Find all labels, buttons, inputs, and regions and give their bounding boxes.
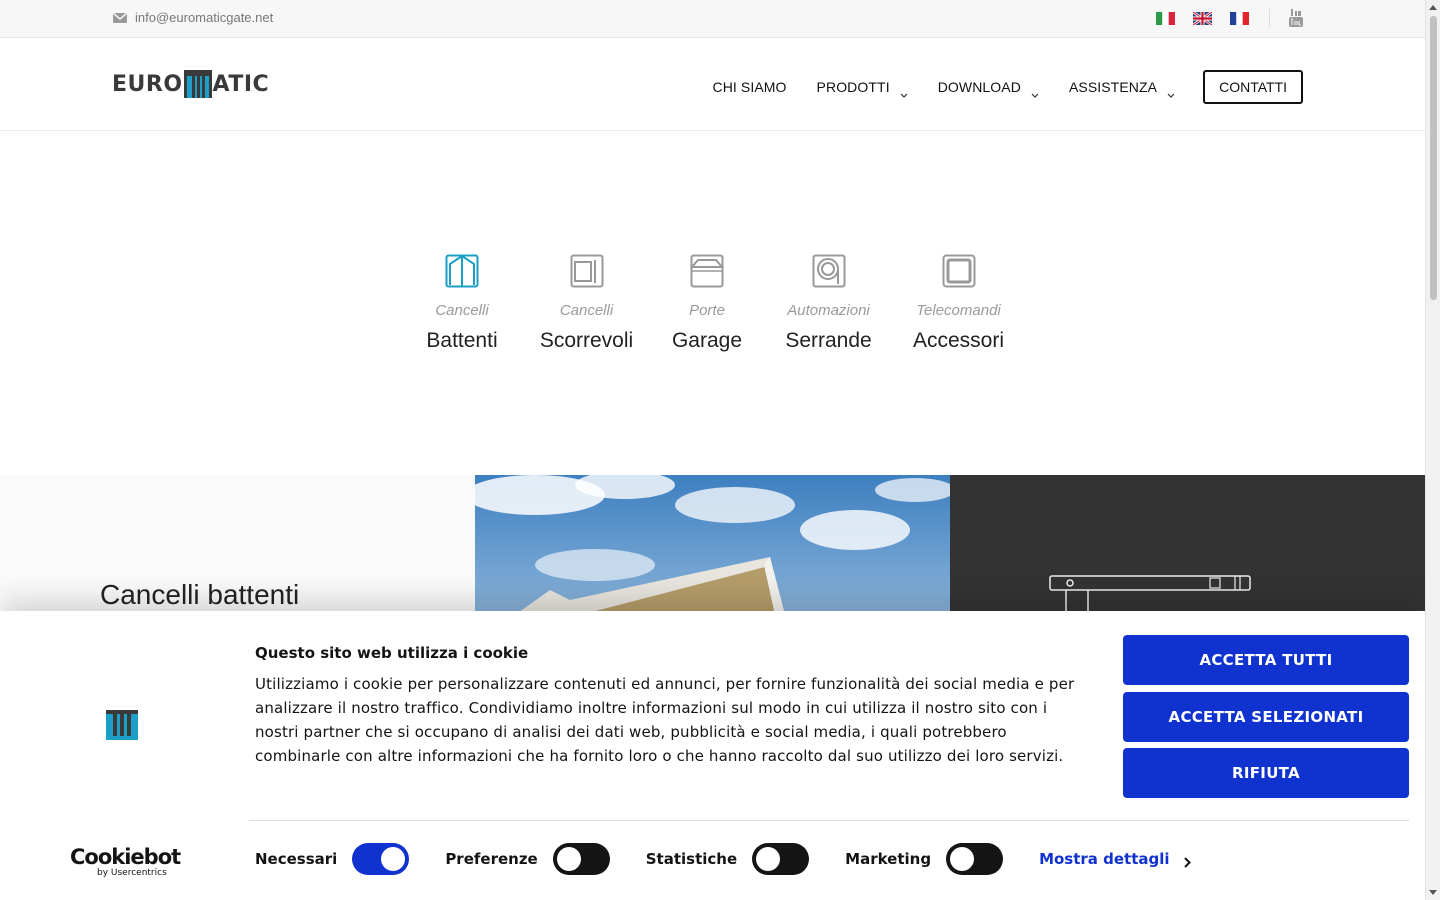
email-text: info@euromaticgate.net bbox=[135, 10, 274, 25]
chevron-down-icon bbox=[1167, 85, 1175, 98]
logo-text-left: EURO bbox=[112, 71, 183, 97]
show-details-link[interactable]: Mostra dettagli bbox=[1039, 850, 1191, 868]
nav-label: CHI SIAMO bbox=[712, 79, 787, 95]
main-nav: CHI SIAMO PRODOTTI DOWNLOAD ASSISTENZA C… bbox=[683, 70, 1303, 104]
scroll-up-arrow-icon[interactable] bbox=[1429, 5, 1437, 10]
remote-control-icon bbox=[942, 254, 976, 288]
category-battenti[interactable]: Cancelli Battenti bbox=[400, 254, 525, 353]
scroll-thumb[interactable] bbox=[1430, 16, 1437, 300]
nav-prodotti[interactable]: PRODOTTI bbox=[816, 79, 908, 98]
toggle-label: Necessari bbox=[255, 850, 338, 868]
category-subtitle: Cancelli bbox=[559, 302, 614, 319]
toggle-statistiche: Statistiche bbox=[645, 843, 810, 875]
toggle-label: Preferenze bbox=[445, 850, 538, 868]
flag-italy-icon[interactable] bbox=[1156, 11, 1175, 25]
product-categories: Cancelli Battenti Cancelli Scorrevoli Po… bbox=[0, 254, 1425, 353]
reject-button[interactable]: RIFIUTA bbox=[1123, 748, 1409, 798]
top-separator bbox=[1269, 9, 1270, 27]
category-title: Serrande bbox=[785, 329, 872, 352]
nav-label: DOWNLOAD bbox=[937, 79, 1021, 95]
cookie-divider bbox=[249, 820, 1409, 821]
site-header: EURO ATIC CHI SIAMO PRODOTTI DOWNLOAD AS… bbox=[0, 38, 1425, 131]
category-serrande[interactable]: Automazioni Serrande bbox=[766, 254, 892, 353]
mail-icon bbox=[113, 12, 127, 23]
roller-shutter-icon bbox=[812, 254, 846, 288]
nav-download[interactable]: DOWNLOAD bbox=[937, 79, 1039, 98]
flag-france-icon[interactable] bbox=[1230, 11, 1249, 25]
scroll-down-arrow-icon[interactable] bbox=[1429, 890, 1437, 895]
garage-door-icon bbox=[689, 254, 725, 288]
feature-row: Cancelli battenti bbox=[0, 475, 1425, 615]
category-title: Scorrevoli bbox=[539, 329, 634, 352]
category-garage[interactable]: Porte Garage bbox=[649, 254, 766, 353]
accept-all-button[interactable]: ACCETTA TUTTI bbox=[1123, 635, 1409, 685]
nav-label: PRODOTTI bbox=[816, 79, 890, 95]
cookiebot-by: by Usercentrics bbox=[97, 868, 167, 878]
category-subtitle: Porte bbox=[689, 302, 725, 319]
cookie-heading: Questo sito web utilizza i cookie bbox=[255, 644, 529, 662]
logo-m-icon bbox=[183, 70, 212, 98]
contatti-button[interactable]: CONTATTI bbox=[1203, 70, 1303, 104]
category-subtitle: Telecomandi bbox=[916, 302, 1001, 319]
gate-actuator-icon bbox=[1049, 575, 1251, 615]
toggle-preferenze: Preferenze bbox=[445, 843, 610, 875]
feature-photo bbox=[475, 475, 950, 615]
sliding-gate-icon bbox=[570, 254, 604, 288]
feature-text-panel: Cancelli battenti bbox=[0, 475, 475, 615]
consent-toggles: Necessari Preferenze Statistiche Marketi… bbox=[255, 843, 1191, 875]
cookie-body: Utilizziamo i cookie per personalizzare … bbox=[255, 675, 1075, 765]
flag-uk-icon[interactable] bbox=[1193, 11, 1212, 25]
preferenze-switch[interactable] bbox=[552, 843, 610, 875]
accept-selected-button[interactable]: ACCETTA SELEZIONATI bbox=[1123, 692, 1409, 742]
category-title: Battenti bbox=[426, 329, 498, 352]
nav-assistenza[interactable]: ASSISTENZA bbox=[1068, 79, 1175, 98]
euromatic-logo[interactable]: EURO ATIC bbox=[112, 69, 269, 99]
feature-product-panel bbox=[950, 475, 1425, 615]
cookiebot-name: Cookiebot bbox=[70, 845, 181, 869]
toggle-label: Marketing bbox=[845, 850, 932, 868]
category-title: Accessori bbox=[912, 329, 1005, 352]
nav-label: ASSISTENZA bbox=[1068, 79, 1158, 95]
details-label: Mostra dettagli bbox=[1039, 850, 1170, 868]
category-accessori[interactable]: Telecomandi Accessori bbox=[892, 254, 1026, 353]
category-subtitle: Cancelli bbox=[435, 302, 489, 319]
cookiebot-logo[interactable]: Cookiebot by Usercentrics bbox=[70, 845, 181, 878]
category-title: Garage bbox=[671, 329, 743, 352]
swing-gate-icon bbox=[445, 254, 479, 288]
page-scrollbar[interactable] bbox=[1425, 0, 1440, 900]
chevron-down-icon bbox=[900, 85, 908, 98]
youtube-icon[interactable] bbox=[1288, 9, 1304, 27]
toggle-label: Statistiche bbox=[645, 850, 738, 868]
toggle-marketing: Marketing bbox=[845, 843, 1004, 875]
email-link[interactable]: info@euromaticgate.net bbox=[113, 10, 273, 25]
cookie-banner: Questo sito web utilizza i cookie Utiliz… bbox=[0, 611, 1425, 900]
chevron-down-icon bbox=[1031, 85, 1039, 98]
feature-title: Cancelli battenti bbox=[100, 579, 300, 610]
toggle-necessari: Necessari bbox=[255, 843, 410, 875]
category-subtitle: Automazioni bbox=[787, 302, 870, 319]
nav-chi-siamo[interactable]: CHI SIAMO bbox=[713, 79, 787, 95]
marketing-switch[interactable] bbox=[946, 843, 1004, 875]
site-logo-icon bbox=[106, 710, 138, 740]
chevron-right-icon bbox=[1183, 854, 1191, 868]
top-bar: info@euromaticgate.net bbox=[0, 0, 1425, 38]
logo-text-right: ATIC bbox=[212, 71, 270, 97]
necessari-switch[interactable] bbox=[352, 843, 410, 875]
statistiche-switch[interactable] bbox=[752, 843, 810, 875]
category-scorrevoli[interactable]: Cancelli Scorrevoli bbox=[525, 254, 649, 353]
